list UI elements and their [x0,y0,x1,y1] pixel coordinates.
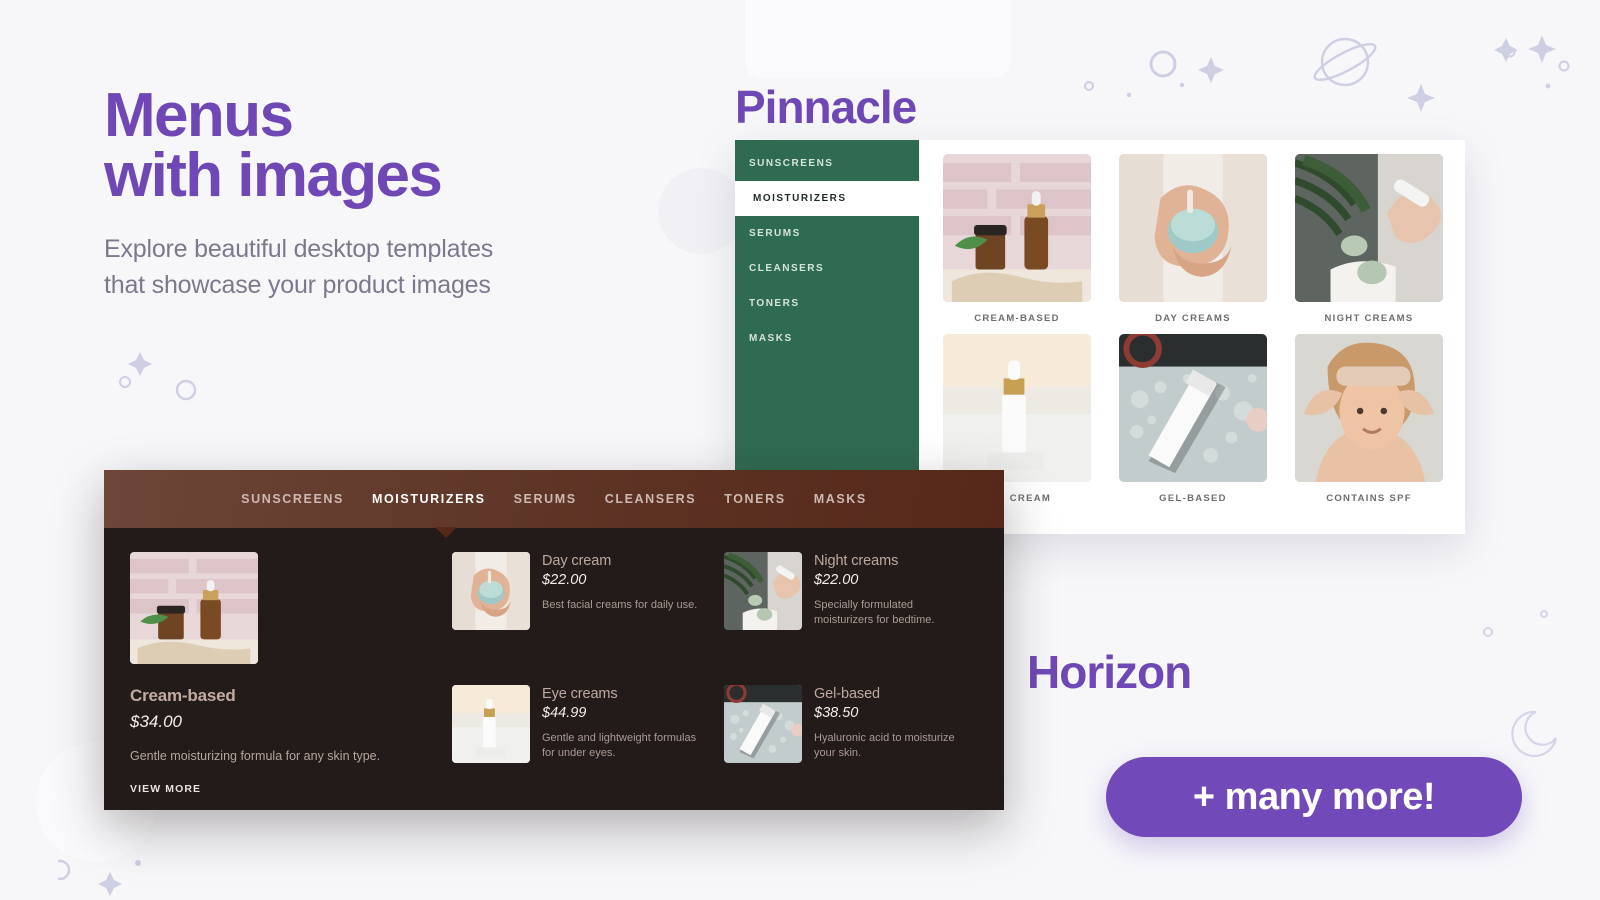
product-label: CONTAINS SPF [1326,493,1412,504]
product-image-cream-based [943,154,1091,302]
featured-product-description: Gentle moisturizing formula for any skin… [130,749,381,763]
list-item[interactable]: Eye creams $44.99 Gentle and lightweight… [452,685,706,794]
product-image-night-creams [724,552,802,630]
horizon-template-caption: Horizon [1027,646,1192,698]
product-image-eye-cream [943,334,1091,482]
product-description: Gentle and lightweight formulas for unde… [542,732,697,760]
nav-item-label: SUNSCREENS [241,492,344,506]
featured-product-card[interactable]: Cream-based $34.00 Gentle moisturizing f… [130,552,430,795]
product-card[interactable]: CREAM-BASED [943,154,1091,324]
sidebar-item-label: CLEANSERS [749,263,825,274]
view-more-link[interactable]: VIEW MORE [130,783,430,795]
sidebar-item-label: SERUMS [749,228,801,239]
hero-title-line-1: Menus [104,81,294,150]
product-name: Day cream [542,553,612,569]
sidebar-item-label: TONERS [749,298,800,309]
nav-item-masks[interactable]: MASKS [814,492,867,506]
nav-item-moisturizers[interactable]: MOISTURIZERS [372,492,486,506]
hero-title-line-2: with images [104,141,443,211]
product-image-day-cream [452,552,530,630]
sidebar-item-masks[interactable]: MASKS [735,321,919,356]
decor-bottom-left-group [58,859,141,896]
hero-subtitle: Explore beautiful desktop templates that… [104,232,724,303]
active-tab-caret-icon [435,527,457,538]
pinnacle-product-grid: CREAM-BASED DAY CREAMS NIGHT CREAMS EYE … [943,154,1443,504]
hero-subtitle-line-1: Explore beautiful desktop templates [104,235,494,264]
product-card[interactable]: CONTAINS SPF [1295,334,1443,504]
sidebar-item-sunscreens[interactable]: SUNSCREENS [735,146,919,181]
list-item[interactable]: Night creams $22.00 Specially formulated… [724,552,978,661]
sidebar-item-label: MASKS [749,333,793,344]
featured-product-name: Cream-based [130,686,236,705]
product-description: Hyaluronic acid to moisturize your skin. [814,732,955,760]
nav-item-label: TONERS [724,492,786,506]
product-label: NIGHT CREAMS [1324,313,1414,324]
decor-left-group [119,352,197,401]
product-image-contains-spf [1295,334,1443,482]
list-item[interactable]: Day cream $22.00 Best facial creams for … [452,552,706,661]
pinnacle-template-caption: Pinnacle [735,81,917,133]
product-list: Day cream $22.00 Best facial creams for … [452,552,978,795]
featured-product-image [130,552,258,664]
list-item-text: Night creams $22.00 Specially formulated… [814,552,974,661]
sidebar-item-label: MOISTURIZERS [753,193,847,204]
product-card[interactable]: DAY CREAMS [1119,154,1267,324]
product-description: Specially formulated moisturizers for be… [814,599,935,626]
nav-item-label: SERUMS [513,492,577,506]
nav-item-label: MASKS [813,492,867,506]
product-label: DAY CREAMS [1155,313,1231,324]
decor-top-right-group [1084,35,1570,112]
hero-subtitle-line-2: that showcase your product images [104,270,491,299]
product-image-eye-creams [452,685,530,764]
product-name: Night creams [814,553,899,569]
product-image-night-creams [1295,154,1443,302]
mega-menu-panel[interactable]: SUNSCREENS MOISTURIZERS SERUMS CLEANSERS… [104,470,1004,810]
product-description: Best facial creams for daily use. [542,599,698,611]
list-item-text: Eye creams $44.99 Gentle and lightweight… [542,685,702,794]
sidebar-item-toners[interactable]: TONERS [735,286,919,321]
product-image-day-creams [1119,154,1267,302]
mega-menu-navbar[interactable]: SUNSCREENS MOISTURIZERS SERUMS CLEANSERS… [104,470,1004,538]
sidebar-item-moisturizers[interactable]: MOISTURIZERS [735,181,919,216]
product-price: $22.00 [542,572,587,588]
decor-right-edge-group [1494,38,1518,62]
sidebar-item-cleansers[interactable]: CLEANSERS [735,251,919,286]
many-more-button[interactable]: + many more! [1106,757,1522,837]
product-card[interactable]: NIGHT CREAMS [1295,154,1443,324]
hero-section: Menus with images Explore beautiful desk… [104,81,724,303]
page-title: Menus with images [104,81,724,211]
list-item-text: Day cream $22.00 Best facial creams for … [542,552,697,661]
sidebar-item-label: SUNSCREENS [749,158,834,169]
list-item-text: Gel-based $38.50 Hyaluronic acid to mois… [814,685,974,794]
product-price: $38.50 [814,705,859,722]
featured-product-price: $34.00 [130,712,182,731]
nav-item-cleansers[interactable]: CLEANSERS [605,492,697,506]
product-image-gel-based [1119,334,1267,482]
nav-item-label: CLEANSERS [604,492,697,506]
decor-right-lower-group [1483,610,1558,758]
nav-item-label: MOISTURIZERS [371,492,486,506]
product-label: CREAM-BASED [974,313,1060,324]
product-image-gel-based [724,685,802,764]
product-name: Eye creams [542,686,618,703]
many-more-button-label: + many more! [1192,775,1436,818]
product-name: Gel-based [814,686,880,703]
list-item[interactable]: Gel-based $38.50 Hyaluronic acid to mois… [724,685,978,794]
nav-item-serums[interactable]: SERUMS [514,492,577,506]
mega-menu-body: Cream-based $34.00 Gentle moisturizing f… [104,528,1004,795]
product-price: $22.00 [814,572,859,588]
product-price: $44.99 [542,705,587,722]
nav-item-toners[interactable]: TONERS [724,492,785,506]
background-band-top [745,0,1010,78]
sidebar-item-serums[interactable]: SERUMS [735,216,919,251]
nav-item-sunscreens[interactable]: SUNSCREENS [241,492,344,506]
product-label: GEL-BASED [1159,493,1227,504]
product-card[interactable]: GEL-BASED [1119,334,1267,504]
